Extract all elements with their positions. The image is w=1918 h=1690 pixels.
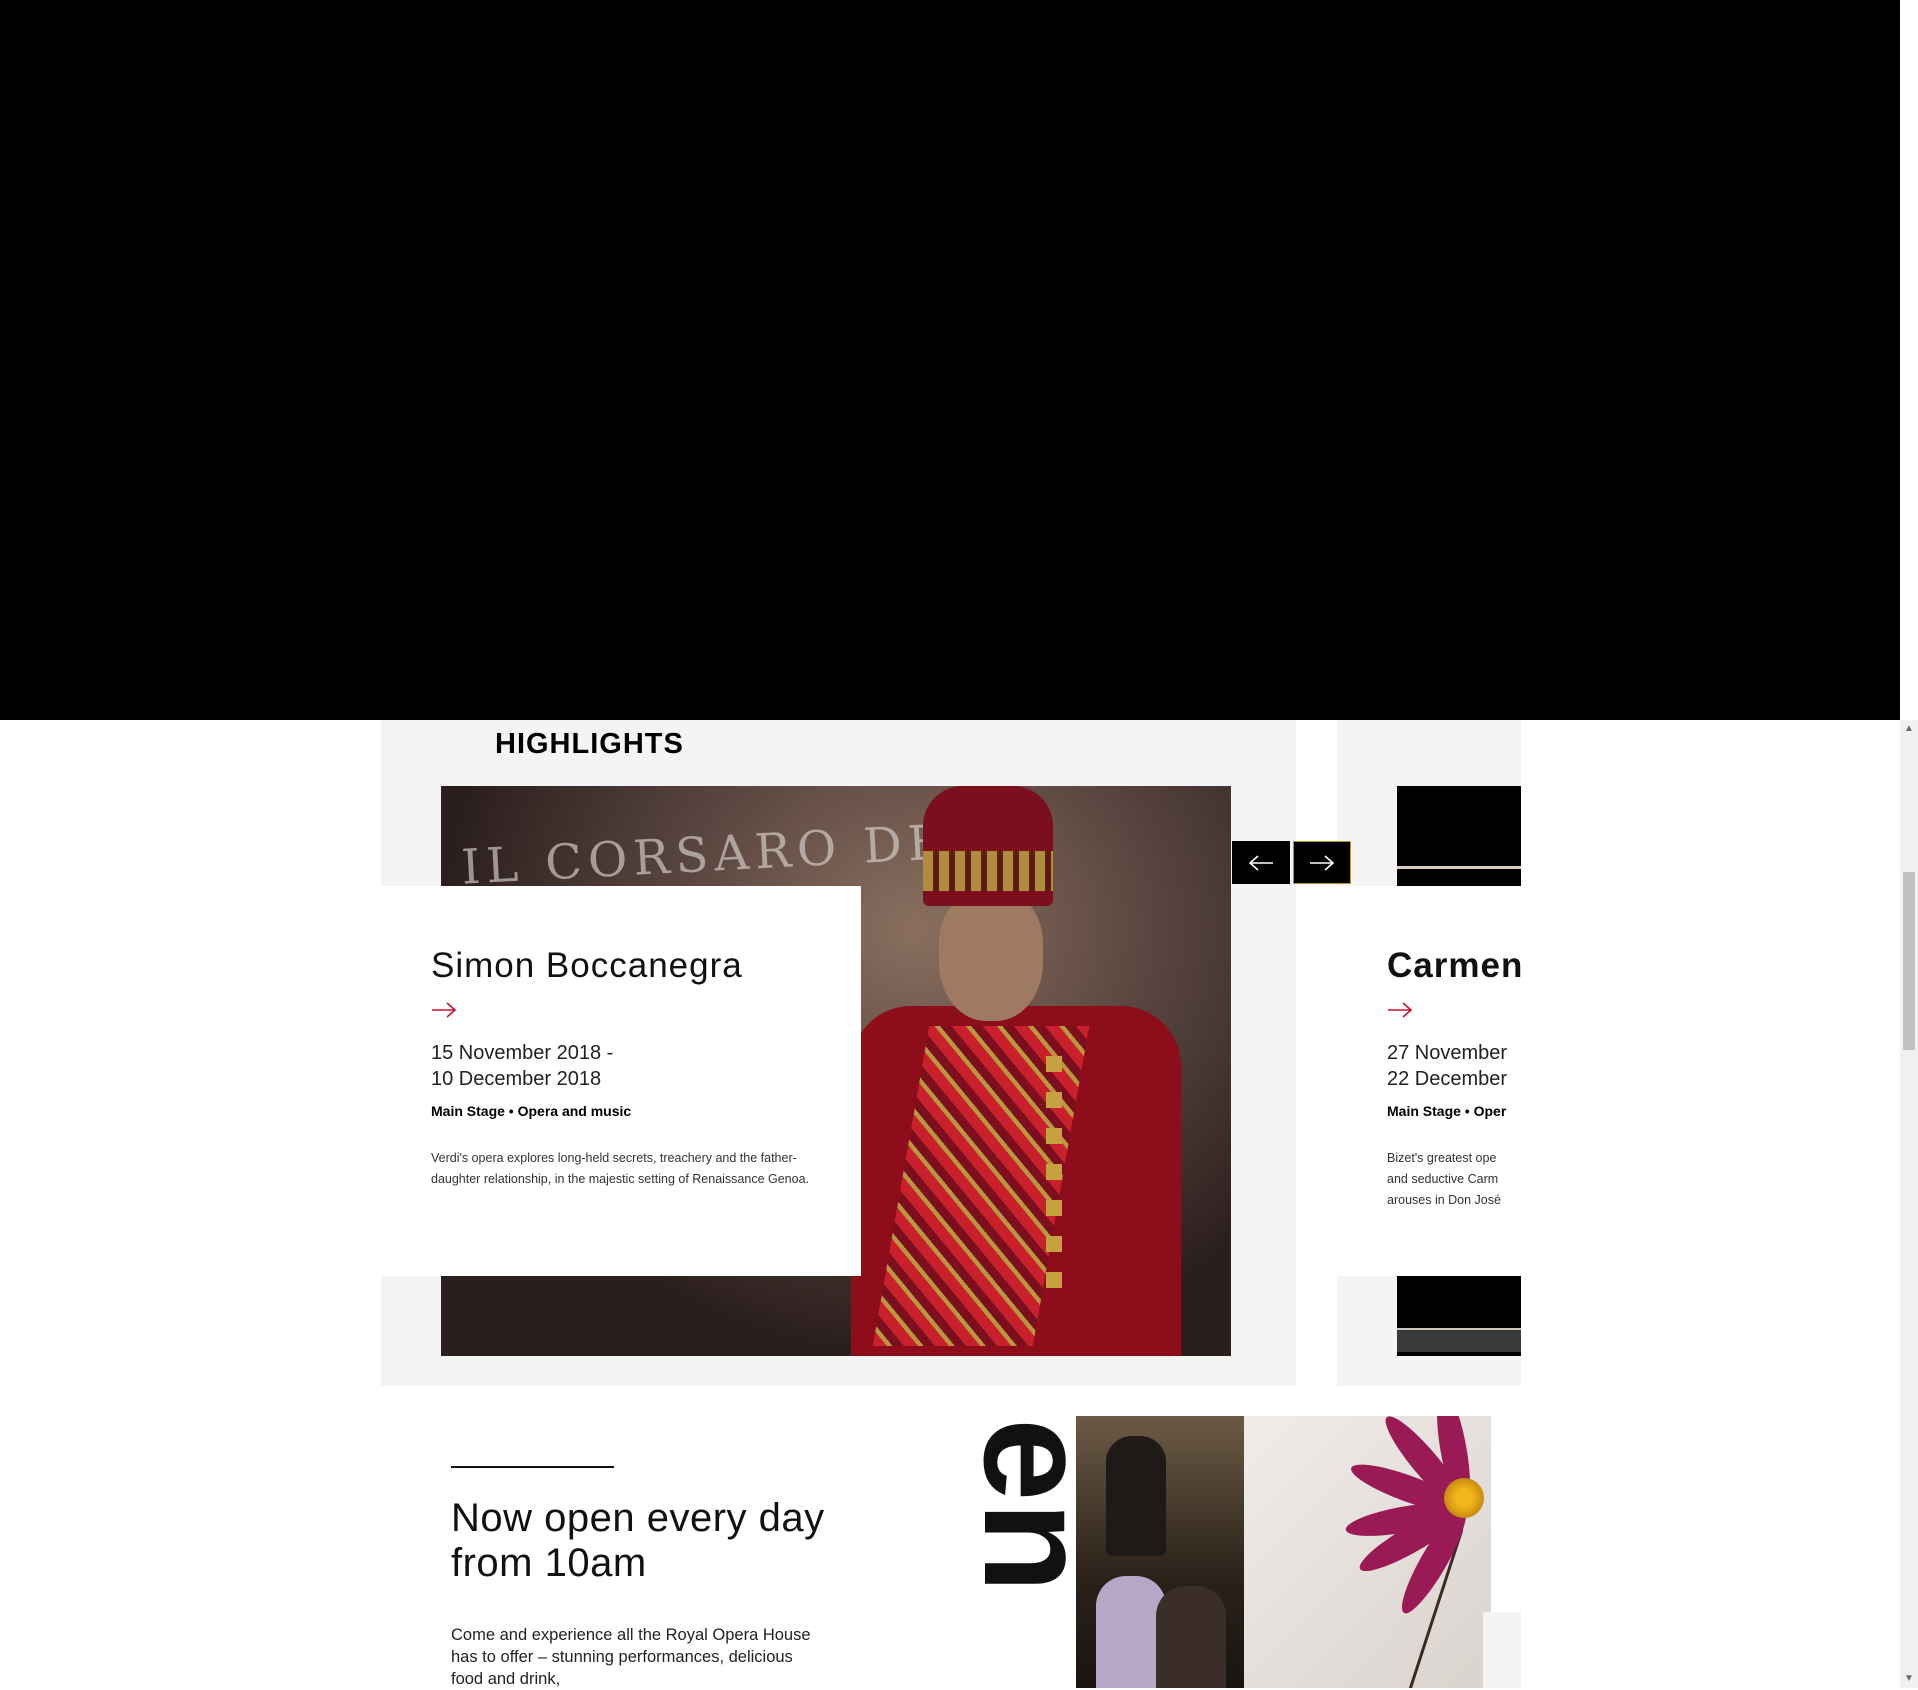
carousel-next-button[interactable]: [1293, 841, 1351, 884]
scrollbar[interactable]: [1900, 720, 1918, 1688]
arrow-right-icon: [1310, 854, 1335, 871]
desc-line: arouses in Don José: [1387, 1193, 1501, 1207]
scroll-down-icon[interactable]: ▼: [1903, 1672, 1915, 1686]
desc-line: and seductive Carm: [1387, 1172, 1499, 1186]
arrow-right-icon[interactable]: [431, 1000, 457, 1020]
slide-next-dates: 27 November 22 December: [1387, 1040, 1507, 1092]
promo-photo: [1076, 1416, 1491, 1688]
opera-singer-figure: [851, 786, 1181, 1356]
slide-description: Verdi's opera explores long-held secrets…: [431, 1151, 810, 1186]
scroll-up-icon[interactable]: ▲: [1903, 722, 1915, 736]
accent-line: [451, 1466, 614, 1468]
slide-title[interactable]: Simon Boccanegra: [431, 946, 743, 986]
scrollbar-thumb[interactable]: [1903, 872, 1915, 1050]
category: Oper: [1473, 1103, 1507, 1119]
bullet-separator: •: [1464, 1103, 1474, 1119]
slide-dates: 15 November 2018 - 10 December 2018: [431, 1040, 691, 1092]
desc-line: Bizet's greatest ope: [1387, 1151, 1497, 1165]
section-title: HIGHLIGHTS: [495, 728, 684, 760]
slide-meta: Main Stage • Opera and music: [431, 1103, 631, 1119]
photo-people-panel: [1076, 1416, 1244, 1688]
slide-next-description: Bizet's greatest ope and seductive Carm …: [1387, 1148, 1501, 1211]
slide-next-meta: Main Stage • Oper: [1387, 1103, 1506, 1119]
slide-next[interactable]: Carmen 27 November 22 December Main Stag…: [1337, 720, 1521, 1420]
venue: Main Stage: [1387, 1103, 1461, 1119]
date-end: 22 December: [1387, 1068, 1508, 1090]
bullet-separator: •: [508, 1103, 518, 1119]
date-start: 15 November 2018 -: [431, 1042, 614, 1064]
decorative-block: [1483, 1612, 1521, 1688]
slide-next-image-bottom: [1397, 1276, 1521, 1356]
hero-video-area: [0, 0, 1900, 720]
arrow-right-icon[interactable]: [1387, 1000, 1413, 1020]
category: Opera and music: [517, 1103, 632, 1119]
date-start: 27 November: [1387, 1042, 1508, 1064]
carousel-prev-button[interactable]: [1232, 841, 1290, 884]
promo-heading: Now open every day from 10am: [451, 1496, 825, 1585]
slide-next-image-top: [1397, 786, 1521, 886]
arrow-left-icon: [1248, 854, 1273, 871]
venue: Main Stage: [431, 1103, 505, 1119]
photo-flower-panel: [1244, 1416, 1491, 1688]
slide-next-title[interactable]: Carmen: [1387, 946, 1521, 986]
date-end: 10 December 2018: [431, 1068, 602, 1090]
promo-body: Come and experience all the Royal Opera …: [451, 1626, 811, 1688]
